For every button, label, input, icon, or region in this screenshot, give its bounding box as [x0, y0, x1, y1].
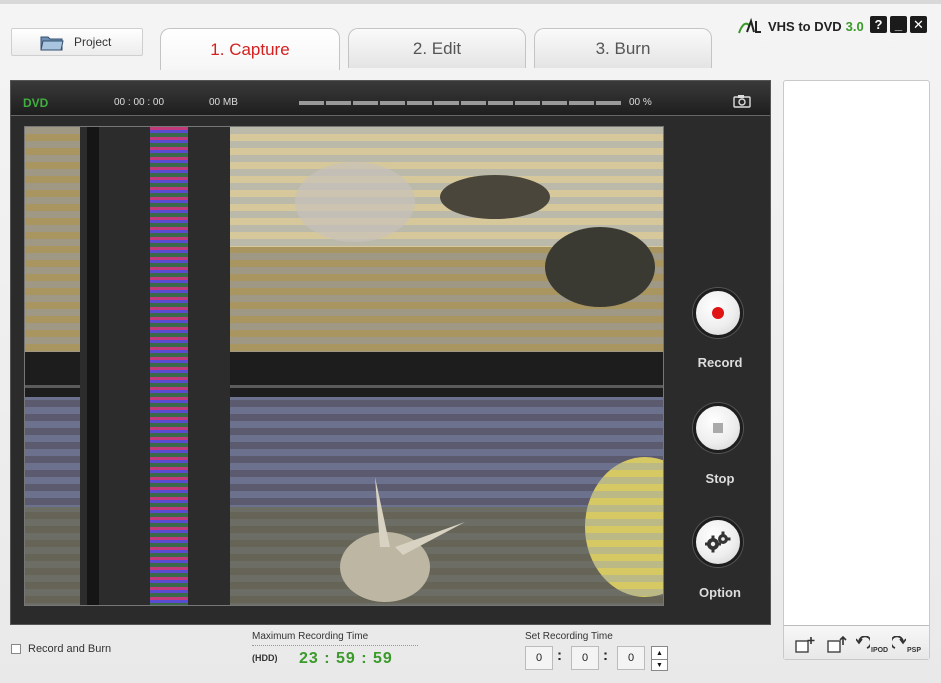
- top-strip: [0, 0, 941, 4]
- video-preview: [24, 126, 664, 606]
- minimize-button[interactable]: _: [890, 16, 907, 33]
- rotate-ipod-icon: [856, 636, 870, 649]
- option-label: Option: [699, 585, 741, 600]
- time-separator: :: [603, 647, 608, 664]
- progress-percent: 00 %: [629, 97, 652, 108]
- tab-edit-label: 2. Edit: [412, 38, 462, 58]
- tab-burn[interactable]: 3. Burn: [534, 28, 712, 68]
- stop-button[interactable]: [693, 403, 743, 453]
- stop-icon: [713, 423, 723, 433]
- video-frame-image: [25, 127, 663, 605]
- set-hours-input[interactable]: 0: [525, 646, 553, 670]
- record-label: Record: [697, 355, 743, 370]
- tab-capture-label: 1. Capture: [210, 39, 290, 59]
- tab-edit[interactable]: 2. Edit: [348, 28, 526, 68]
- record-icon: [712, 307, 724, 319]
- option-button[interactable]: [693, 517, 743, 567]
- storage-label: (HDD): [252, 653, 278, 663]
- add-file-button[interactable]: [794, 632, 816, 654]
- help-button[interactable]: ?: [870, 16, 887, 33]
- project-button-label: Project: [74, 35, 112, 49]
- project-button[interactable]: Project: [11, 28, 143, 56]
- set-recording-label: Set Recording Time: [525, 631, 613, 642]
- max-recording-value: 23 : 59 : 59: [299, 650, 393, 667]
- spin-up-icon[interactable]: ▲: [652, 647, 667, 659]
- elapsed-time: 00 : 00 : 00: [114, 97, 165, 108]
- ipod-label: IPOD: [871, 647, 889, 654]
- add-file-icon: [795, 637, 815, 653]
- capture-progress-bar: [299, 101, 621, 105]
- close-icon: ✕: [913, 16, 924, 32]
- time-spinner[interactable]: ▲ ▼: [651, 646, 668, 671]
- time-separator: :: [557, 647, 562, 664]
- export-file-button[interactable]: [826, 632, 848, 654]
- stop-label: Stop: [705, 471, 735, 486]
- convert-psp-button[interactable]: PSP: [892, 632, 921, 654]
- side-toolbar: IPOD PSP: [784, 625, 929, 659]
- record-and-burn-checkbox[interactable]: Record and Burn: [11, 643, 111, 655]
- snapshot-camera-icon[interactable]: [733, 94, 751, 108]
- spin-down-icon[interactable]: ▼: [652, 659, 667, 671]
- max-recording-label: Maximum Recording Time: [252, 631, 369, 642]
- gears-icon: [705, 531, 731, 553]
- help-icon: ?: [874, 17, 883, 32]
- set-seconds-input[interactable]: 0: [617, 646, 645, 670]
- record-button[interactable]: [693, 288, 743, 338]
- output-file-panel[interactable]: IPOD PSP: [783, 80, 930, 660]
- minimize-icon: _: [894, 17, 903, 32]
- close-button[interactable]: ✕: [910, 16, 927, 33]
- checkbox-box[interactable]: [11, 644, 21, 654]
- set-minutes-input[interactable]: 0: [571, 646, 599, 670]
- brand: VHS to DVD 3.0: [738, 14, 864, 38]
- brand-version: 3.0: [845, 18, 864, 34]
- format-label: DVD: [23, 96, 49, 110]
- tab-capture[interactable]: 1. Capture: [160, 28, 340, 70]
- tab-burn-label: 3. Burn: [595, 38, 651, 58]
- brand-logo-icon: [738, 17, 762, 35]
- psp-label: PSP: [907, 647, 922, 654]
- record-and-burn-label: Record and Burn: [28, 643, 112, 655]
- capture-panel: DVD 00 : 00 : 00 00 MB 00 % Record Stop …: [10, 80, 771, 625]
- export-file-icon: [827, 636, 847, 653]
- convert-ipod-button[interactable]: IPOD: [856, 632, 888, 654]
- folder-icon: [40, 33, 64, 51]
- status-bar: DVD 00 : 00 : 00 00 MB 00 %: [11, 81, 770, 116]
- capture-size: 00 MB: [209, 97, 238, 108]
- rotate-psp-icon: [892, 636, 906, 649]
- max-recording-divider: [252, 645, 418, 646]
- brand-name: VHS to DVD: [768, 18, 842, 34]
